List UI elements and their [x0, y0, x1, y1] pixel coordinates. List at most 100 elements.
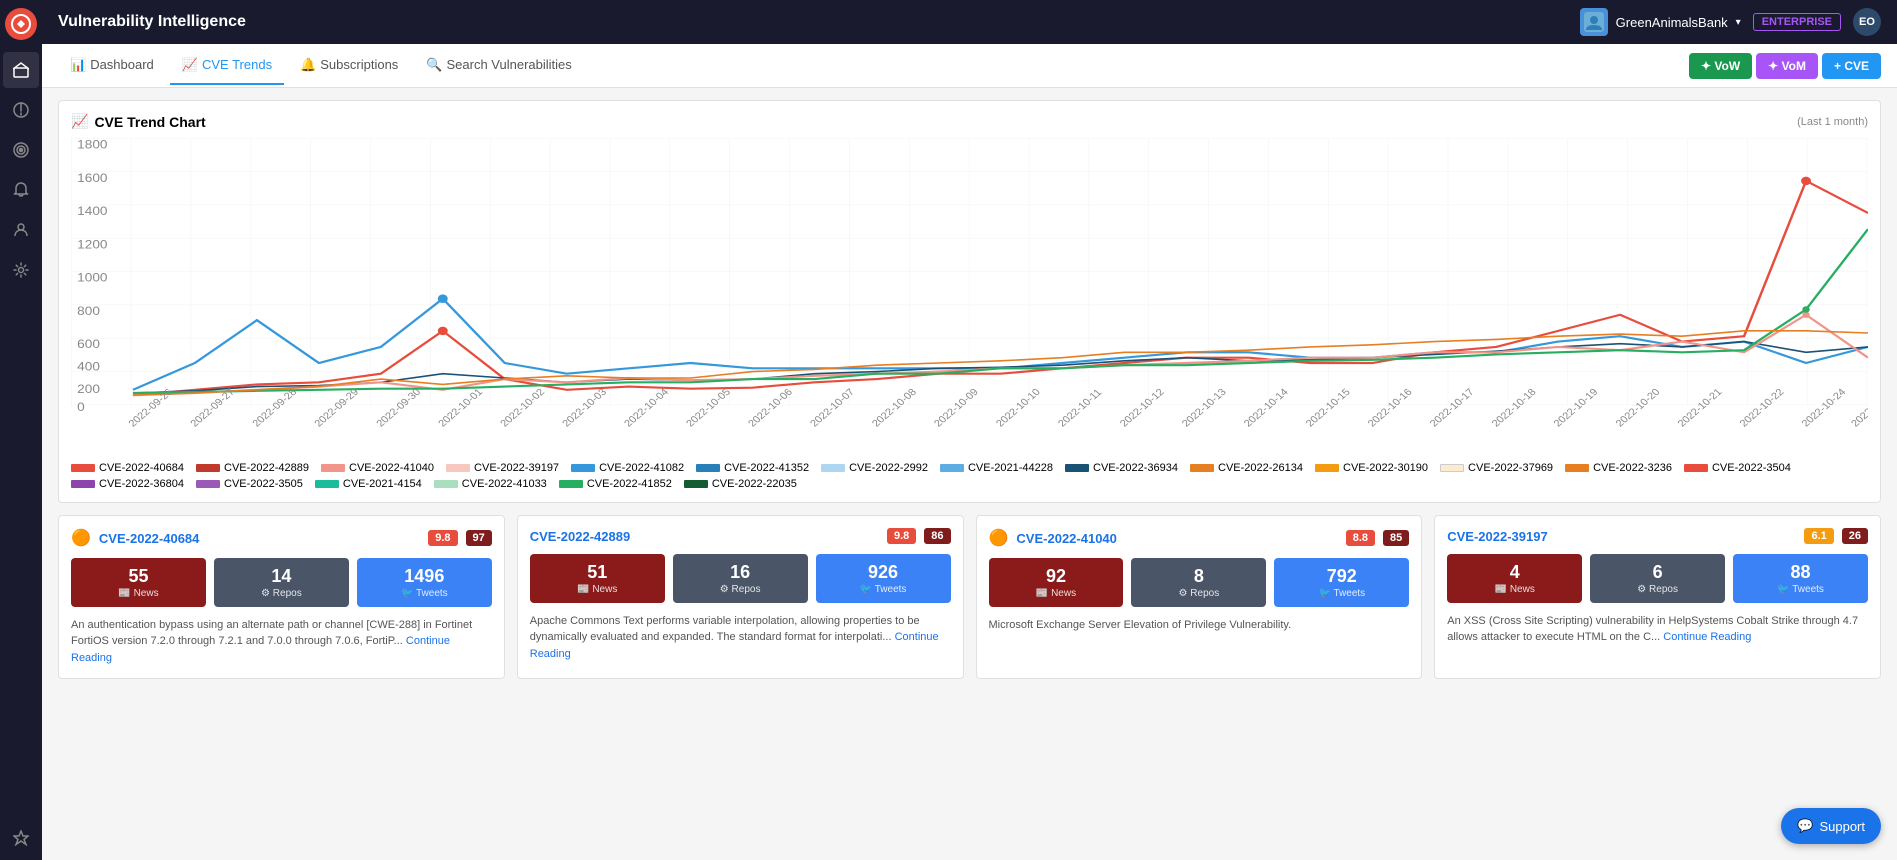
cve-desc-40684: An authentication bypass using an altern… [71, 617, 492, 667]
cve-news-label-41040: 📰 News [1036, 588, 1076, 599]
legend-item-41082: CVE-2022-41082 [571, 462, 684, 474]
user-avatar [1580, 8, 1608, 36]
cve-news-41040: 92 📰 News [989, 558, 1124, 607]
cve-news-value-42889: 51 [587, 562, 607, 584]
nav-subscriptions[interactable]: 🔔 Subscriptions [288, 47, 410, 85]
sidebar-item-settings[interactable] [3, 252, 39, 288]
chevron-down-icon: ▾ [1736, 17, 1741, 28]
cve-repos-label-40684: ⚙ Repos [261, 588, 302, 599]
chart-header: 📈 CVE Trend Chart (Last 1 month) [71, 113, 1868, 130]
legend-item-2992: CVE-2022-2992 [821, 462, 928, 474]
cve-rank-41040: 85 [1383, 530, 1409, 546]
cve-news-value-41040: 92 [1046, 566, 1066, 588]
nav-dashboard[interactable]: 📊 Dashboard [58, 47, 166, 85]
user-name: GreenAnimalsBank [1616, 15, 1728, 30]
legend-item-36934: CVE-2022-36934 [1065, 462, 1178, 474]
cve-score-40684: 9.8 [428, 530, 457, 546]
legend-item-41033: CVE-2022-41033 [434, 478, 547, 490]
sidebar-item-users[interactable] [3, 212, 39, 248]
cve-tweets-label-40684: 🐦 Tweets [401, 588, 448, 599]
svg-text:600: 600 [77, 337, 100, 351]
cve-card-41040: 🟠 CVE-2022-41040 8.8 85 92 📰 News 8 ⚙ Re… [976, 515, 1423, 679]
cve-tweets-label-42889: 🐦 Tweets [860, 584, 907, 595]
cve-news-label-42889: 📰 News [577, 584, 617, 595]
cve-tweets-39197: 88 🐦 Tweets [1733, 554, 1868, 603]
cve-id-41040[interactable]: CVE-2022-41040 [1016, 531, 1337, 546]
main-content: Vulnerability Intelligence GreenAnimalsB… [42, 0, 1897, 860]
user-initials[interactable]: EO [1853, 8, 1881, 36]
legend-item-44228: CVE-2021-44228 [940, 462, 1053, 474]
chart-subtitle: (Last 1 month) [1797, 116, 1868, 128]
legend-item-22035: CVE-2022-22035 [684, 478, 797, 490]
app-logo[interactable] [5, 8, 37, 40]
cve-id-42889[interactable]: CVE-2022-42889 [530, 529, 879, 544]
cve-stats-40684: 55 📰 News 14 ⚙ Repos 1496 🐦 Tweets [71, 558, 492, 607]
continue-reading-39197[interactable]: Continue Reading [1663, 631, 1751, 643]
nav-search[interactable]: 🔍 Search Vulnerabilities [414, 47, 583, 85]
legend-item-42889: CVE-2022-42889 [196, 462, 309, 474]
cve-tweets-value-39197: 88 [1791, 562, 1811, 584]
chart-icon: 📈 [71, 113, 88, 130]
cve-rank-39197: 26 [1842, 528, 1868, 544]
chart-section: 📈 CVE Trend Chart (Last 1 month) 1800 [58, 100, 1881, 503]
cve-repos-42889: 16 ⚙ Repos [673, 554, 808, 603]
cve-tweets-value-40684: 1496 [404, 566, 444, 588]
cve-card-header-41040: 🟠 CVE-2022-41040 8.8 85 [989, 528, 1410, 548]
cve-trend-chart: 1800 1600 1400 1200 1000 800 600 400 200… [71, 138, 1868, 458]
support-button[interactable]: 💬 Support [1781, 808, 1881, 844]
svg-text:1000: 1000 [77, 270, 107, 284]
svg-text:800: 800 [77, 304, 100, 318]
bell-icon: 🔔 [300, 57, 316, 73]
cve-id-39197[interactable]: CVE-2022-39197 [1447, 529, 1796, 544]
cve-desc-41040: Microsoft Exchange Server Elevation of P… [989, 617, 1410, 634]
cve-card-42889: CVE-2022-42889 9.8 86 51 📰 News 16 ⚙ Rep… [517, 515, 964, 679]
cve-warning-icon-40684: 🟠 [71, 528, 91, 548]
cve-news-value-39197: 4 [1510, 562, 1520, 584]
cve-repos-40684: 14 ⚙ Repos [214, 558, 349, 607]
cve-news-label-40684: 📰 News [118, 588, 158, 599]
svg-text:200: 200 [77, 382, 100, 396]
cve-repos-41040: 8 ⚙ Repos [1131, 558, 1266, 607]
cve-desc-39197: An XSS (Cross Site Scripting) vulnerabil… [1447, 613, 1868, 646]
cve-card-header-42889: CVE-2022-42889 9.8 86 [530, 528, 951, 544]
cve-rank-42889: 86 [924, 528, 950, 544]
cve-score-42889: 9.8 [887, 528, 916, 544]
cve-tweets-41040: 792 🐦 Tweets [1274, 558, 1409, 607]
cve-tweets-value-41040: 792 [1327, 566, 1357, 588]
nav-cve-trends[interactable]: 📈 CVE Trends [170, 47, 284, 85]
cve-tweets-42889: 926 🐦 Tweets [816, 554, 951, 603]
sidebar [0, 0, 42, 860]
cve-id-40684[interactable]: CVE-2022-40684 [99, 531, 420, 546]
cve-news-value-40684: 55 [128, 566, 148, 588]
cve-repos-39197: 6 ⚙ Repos [1590, 554, 1725, 603]
user-menu[interactable]: GreenAnimalsBank ▾ [1580, 8, 1741, 36]
sidebar-item-rankings[interactable] [3, 824, 39, 860]
add-cve-button[interactable]: + CVE [1822, 53, 1881, 79]
legend-item-36804: CVE-2022-36804 [71, 478, 184, 490]
sidebar-item-target[interactable] [3, 132, 39, 168]
cve-card-header-39197: CVE-2022-39197 6.1 26 [1447, 528, 1868, 544]
cve-repos-value-42889: 16 [730, 562, 750, 584]
vow-button[interactable]: ✦ VoW [1689, 53, 1752, 79]
sidebar-item-threats[interactable] [3, 92, 39, 128]
cve-card-40684: 🟠 CVE-2022-40684 9.8 97 55 📰 News 14 ⚙ R… [58, 515, 505, 679]
cve-repos-label-42889: ⚙ Repos [720, 584, 761, 595]
cve-stats-39197: 4 📰 News 6 ⚙ Repos 88 🐦 Tweets [1447, 554, 1868, 603]
cve-repos-value-41040: 8 [1194, 566, 1204, 588]
cve-news-40684: 55 📰 News [71, 558, 206, 607]
cve-news-42889: 51 📰 News [530, 554, 665, 603]
cve-tweets-value-42889: 926 [868, 562, 898, 584]
legend-item-41352: CVE-2022-41352 [696, 462, 809, 474]
cve-card-header-40684: 🟠 CVE-2022-40684 9.8 97 [71, 528, 492, 548]
sidebar-item-alerts[interactable] [3, 172, 39, 208]
legend-item-30190: CVE-2022-30190 [1315, 462, 1428, 474]
sidebar-item-home[interactable] [3, 52, 39, 88]
cve-repos-label-39197: ⚙ Repos [1637, 584, 1678, 595]
cve-news-label-39197: 📰 News [1495, 584, 1535, 595]
vom-button[interactable]: ✦ VoM [1756, 53, 1818, 79]
legend-item-26134: CVE-2022-26134 [1190, 462, 1303, 474]
cve-rank-40684: 97 [466, 530, 492, 546]
dashboard-icon: 📊 [70, 57, 86, 73]
cve-repos-label-41040: ⚙ Repos [1179, 588, 1220, 599]
cve-card-39197: CVE-2022-39197 6.1 26 4 📰 News 6 ⚙ Repos… [1434, 515, 1881, 679]
